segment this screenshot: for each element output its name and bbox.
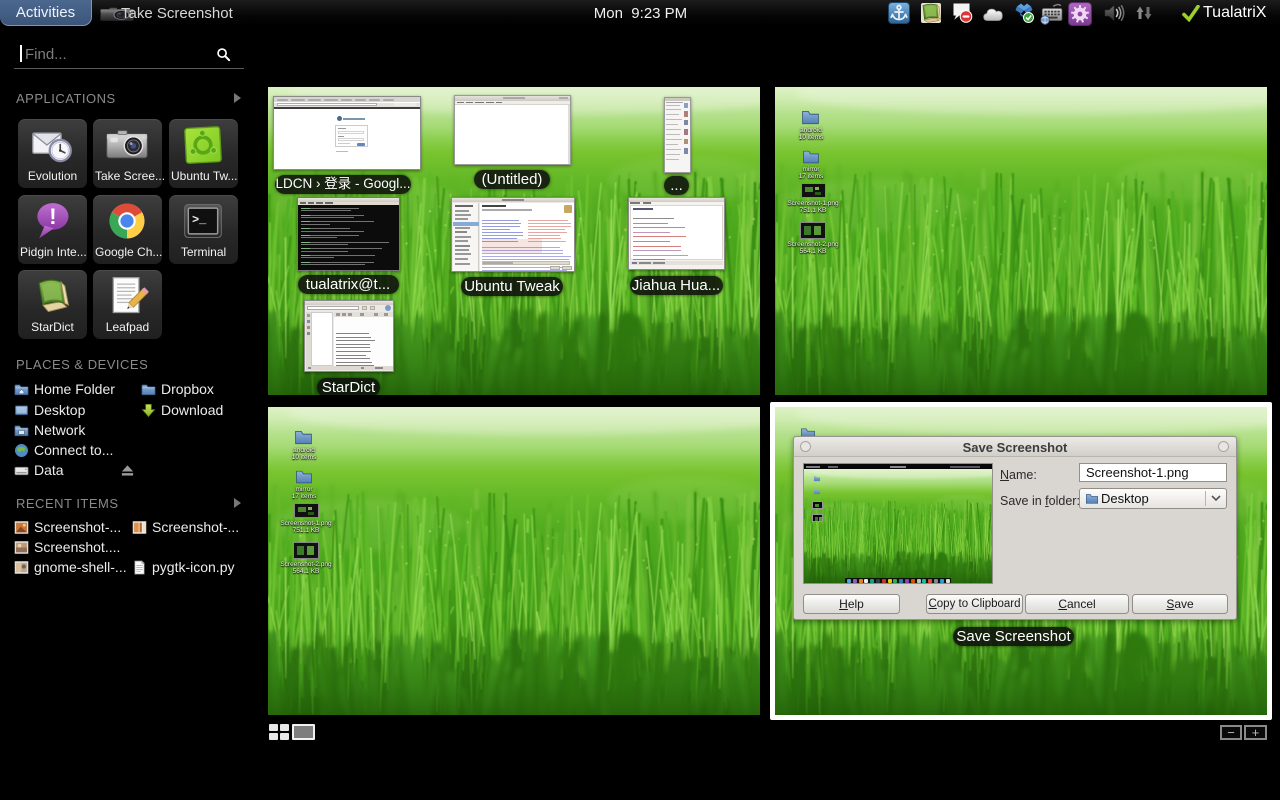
svg-text:>_: >_ — [192, 213, 207, 227]
svg-text:!: ! — [49, 204, 56, 229]
